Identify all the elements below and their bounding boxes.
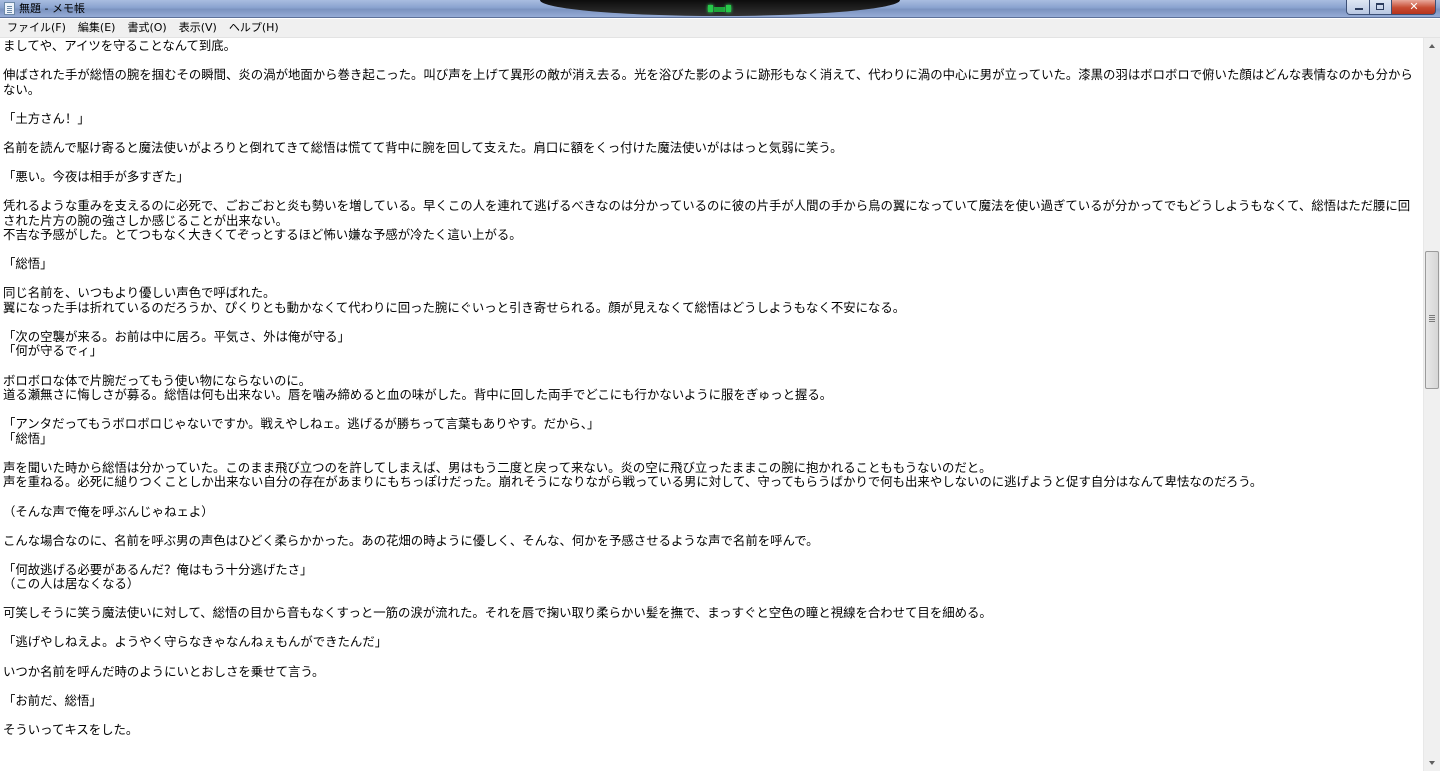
text-editor-area[interactable]: ましてや、アイツを守ることなんて到底。 伸ばされた手が総悟の腕を掴むその瞬間、炎… xyxy=(0,38,1423,771)
window-title: 無題 - メモ帳 xyxy=(19,2,85,15)
document-text[interactable]: ましてや、アイツを守ることなんて到底。 伸ばされた手が総悟の腕を掴むその瞬間、炎… xyxy=(0,38,1414,737)
indicator-light-right xyxy=(726,5,731,12)
menu-help[interactable]: ヘルプ(H) xyxy=(223,19,285,37)
menu-edit[interactable]: 編集(E) xyxy=(72,19,122,37)
vertical-scrollbar[interactable] xyxy=(1423,38,1440,771)
scroll-up-arrow-icon[interactable] xyxy=(1424,38,1440,55)
minimize-icon xyxy=(1355,8,1363,10)
scrollbar-thumb[interactable] xyxy=(1425,251,1439,389)
indicator-light-left xyxy=(708,5,713,12)
menu-view[interactable]: 表示(V) xyxy=(173,19,223,37)
minimize-button[interactable] xyxy=(1346,0,1370,15)
close-button[interactable]: ✕ xyxy=(1392,0,1436,15)
menu-format[interactable]: 書式(O) xyxy=(121,19,172,37)
notepad-window: 無題 - メモ帳 ✕ ファイル(F) 編集(E) 書式(O) 表示(V) ヘルプ… xyxy=(0,0,1440,771)
indicator-light-center xyxy=(714,7,725,12)
close-icon: ✕ xyxy=(1409,0,1419,13)
title-bar[interactable]: 無題 - メモ帳 ✕ xyxy=(0,0,1440,18)
window-controls: ✕ xyxy=(1346,0,1436,15)
maximize-icon xyxy=(1376,3,1384,10)
maximize-button[interactable] xyxy=(1370,0,1392,15)
notepad-icon[interactable] xyxy=(4,2,15,15)
menu-bar: ファイル(F) 編集(E) 書式(O) 表示(V) ヘルプ(H) xyxy=(0,19,1440,38)
menu-file[interactable]: ファイル(F) xyxy=(0,19,72,37)
scroll-down-arrow-icon[interactable] xyxy=(1424,754,1440,771)
